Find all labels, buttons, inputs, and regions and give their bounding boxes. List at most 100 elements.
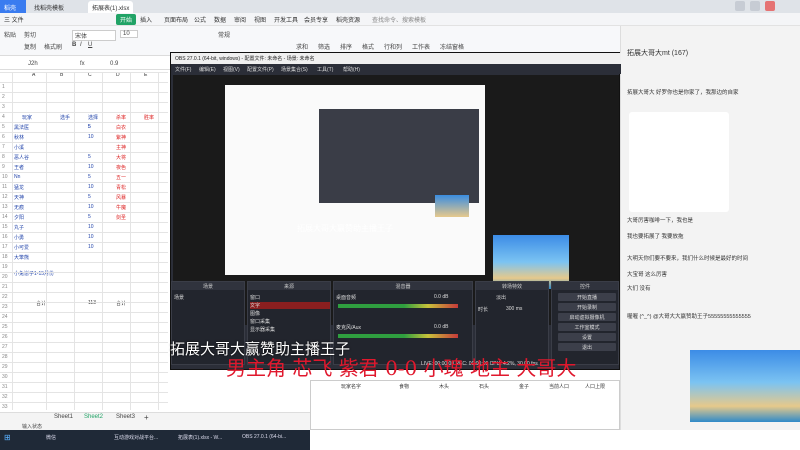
table-cell[interactable]: 5 bbox=[88, 124, 91, 130]
row-header[interactable]: 32 bbox=[2, 394, 8, 400]
windows-start-icon[interactable]: ⊞ bbox=[4, 433, 11, 442]
taskbar-game-platform[interactable]: 互动游戏对战平台... bbox=[114, 434, 158, 441]
row-header[interactable]: 33 bbox=[2, 404, 8, 410]
row-header[interactable]: 9 bbox=[2, 164, 5, 170]
tab-workbook[interactable]: 拓展表(1).xlsx bbox=[88, 1, 134, 13]
table-cell[interactable]: 10 bbox=[88, 204, 94, 210]
row-header[interactable]: 8 bbox=[2, 154, 5, 160]
menu-home[interactable]: 开始 bbox=[116, 14, 137, 25]
exit-button[interactable]: 退出 bbox=[558, 343, 616, 351]
taskbar-obs[interactable]: OBS 27.0.1 (64-bi... bbox=[242, 434, 286, 440]
ribbon-format-painter[interactable]: 格式刷 bbox=[44, 42, 62, 51]
ribbon-filter[interactable]: 筛选 bbox=[318, 42, 330, 51]
cell-reference[interactable]: J2h bbox=[28, 61, 38, 67]
font-size-select[interactable]: 10 bbox=[120, 30, 138, 38]
taskbar-wechat[interactable]: 微信 bbox=[46, 434, 56, 441]
header-pick[interactable]: 选手 bbox=[60, 114, 70, 121]
sheet-tab-3[interactable]: Sheet3 bbox=[116, 414, 135, 420]
total-value-cell[interactable]: 113 bbox=[88, 300, 96, 306]
row-header[interactable]: 31 bbox=[2, 384, 8, 390]
source-image[interactable]: 图像 bbox=[250, 310, 260, 317]
table-cell[interactable]: 10 bbox=[88, 164, 94, 170]
header-kill-rate[interactable]: 杀率 bbox=[116, 114, 126, 121]
menu-data[interactable]: 数据 bbox=[214, 15, 226, 24]
table-cell[interactable]: 5 bbox=[88, 214, 91, 220]
obs-menu-view[interactable]: 视图(V) bbox=[223, 66, 240, 73]
table-cell[interactable]: 王者 bbox=[14, 164, 24, 171]
obs-menu-file[interactable]: 文件(F) bbox=[175, 66, 191, 73]
maximize-icon[interactable] bbox=[750, 1, 760, 11]
menu-formulas[interactable]: 公式 bbox=[194, 15, 206, 24]
transition-select[interactable]: 淡出 bbox=[496, 294, 506, 301]
row-header[interactable]: 30 bbox=[2, 374, 8, 380]
row-header[interactable]: 24 bbox=[2, 314, 8, 320]
obs-menu-edit[interactable]: 编辑(E) bbox=[199, 66, 216, 73]
underline-icon[interactable]: U bbox=[88, 42, 92, 48]
wps-home-tab[interactable]: 稻壳 bbox=[0, 0, 26, 13]
header-win-rate[interactable]: 胜率 bbox=[144, 114, 154, 121]
ribbon-format[interactable]: 格式 bbox=[362, 42, 374, 51]
row-header[interactable]: 1 bbox=[2, 84, 5, 90]
table-cell[interactable]: 五一 bbox=[116, 174, 126, 181]
table-cell[interactable]: 大笨熊 bbox=[14, 254, 29, 261]
row-header[interactable]: 6 bbox=[2, 134, 5, 140]
table-cell[interactable]: 牛魔 bbox=[116, 204, 126, 211]
ribbon-rows-cols[interactable]: 行和列 bbox=[384, 42, 402, 51]
row-header[interactable]: 13 bbox=[2, 204, 8, 210]
sheet-tab-2[interactable]: Sheet2 bbox=[84, 414, 103, 420]
row-header[interactable]: 26 bbox=[2, 334, 8, 340]
obs-menu-help[interactable]: 帮助(H) bbox=[343, 66, 360, 73]
row-header[interactable]: 27 bbox=[2, 344, 8, 350]
row-header[interactable]: 5 bbox=[2, 124, 5, 130]
ribbon-worksheet[interactable]: 工作表 bbox=[412, 42, 430, 51]
scene-item[interactable]: 场景 bbox=[174, 294, 184, 301]
row-header[interactable]: 15 bbox=[2, 224, 8, 230]
row-header[interactable]: 4 bbox=[2, 114, 5, 120]
menu-member[interactable]: 会员专享 bbox=[304, 15, 328, 24]
row-header[interactable]: 17 bbox=[2, 244, 8, 250]
table-cell[interactable]: 5 bbox=[88, 154, 91, 160]
ribbon-copy[interactable]: 复制 bbox=[24, 42, 36, 51]
spreadsheet-grid[interactable]: A B C D E 玩家 选手 选择 杀率 胜率 黑法医 5 5 白衣 秋林 10 紫神 小溪… bbox=[0, 72, 168, 410]
menu-file[interactable]: 三 文件 bbox=[4, 15, 24, 24]
formula-input[interactable]: 0.9 bbox=[110, 61, 118, 67]
table-cell[interactable]: 5 bbox=[88, 194, 91, 200]
menu-review[interactable]: 审阅 bbox=[234, 15, 246, 24]
row-header[interactable]: 18 bbox=[2, 254, 8, 260]
table-cell[interactable]: 风暴 bbox=[116, 194, 126, 201]
source-display-capture[interactable]: 显示器采集 bbox=[250, 326, 275, 333]
row-header[interactable]: 3 bbox=[2, 104, 5, 110]
table-cell[interactable]: 秋林 bbox=[14, 134, 24, 141]
table-cell[interactable]: 天神 bbox=[14, 194, 24, 201]
table-cell[interactable]: 白衣 bbox=[116, 124, 126, 131]
chat-image-spreadsheet[interactable] bbox=[629, 112, 729, 212]
table-cell[interactable]: 主神 bbox=[116, 144, 126, 151]
row-header[interactable]: 16 bbox=[2, 234, 8, 240]
table-cell[interactable]: 10 bbox=[88, 134, 94, 140]
duration-input[interactable]: 300 ms bbox=[506, 306, 522, 312]
table-cell[interactable]: 大将 bbox=[116, 154, 126, 161]
obs-menu-profile[interactable]: 配置文件(P) bbox=[247, 66, 274, 73]
obs-menu-tools[interactable]: 工具(T) bbox=[317, 66, 333, 73]
row-header[interactable]: 20 bbox=[2, 274, 8, 280]
ribbon-paste[interactable]: 粘贴 bbox=[4, 30, 16, 39]
table-cell[interactable]: 5 bbox=[88, 174, 91, 180]
row-header[interactable]: 21 bbox=[2, 284, 8, 290]
table-cell[interactable]: 10 bbox=[88, 244, 94, 250]
row-header[interactable]: 10 bbox=[2, 174, 8, 180]
table-cell[interactable]: 10 bbox=[88, 224, 94, 230]
obs-menu-scene-collection[interactable]: 场景集合(S) bbox=[281, 66, 308, 73]
table-cell[interactable]: 猛龙 bbox=[14, 184, 24, 191]
row-header[interactable]: 23 bbox=[2, 304, 8, 310]
studio-mode-button[interactable]: 工作室模式 bbox=[558, 323, 616, 331]
menu-insert[interactable]: 插入 bbox=[140, 15, 152, 24]
menu-page-layout[interactable]: 页面布局 bbox=[164, 15, 188, 24]
font-family-select[interactable]: 宋体 bbox=[72, 30, 116, 41]
source-window[interactable]: 窗口 bbox=[250, 294, 260, 301]
ribbon-freeze[interactable]: 冻结窗格 bbox=[440, 42, 464, 51]
virtual-camera-button[interactable]: 启动虚拟摄像机 bbox=[558, 313, 616, 321]
table-cell[interactable]: Nn bbox=[14, 174, 20, 180]
row-header[interactable]: 19 bbox=[2, 264, 8, 270]
row-header[interactable]: 2 bbox=[2, 94, 5, 100]
table-cell[interactable]: 小可爱 bbox=[14, 244, 29, 251]
